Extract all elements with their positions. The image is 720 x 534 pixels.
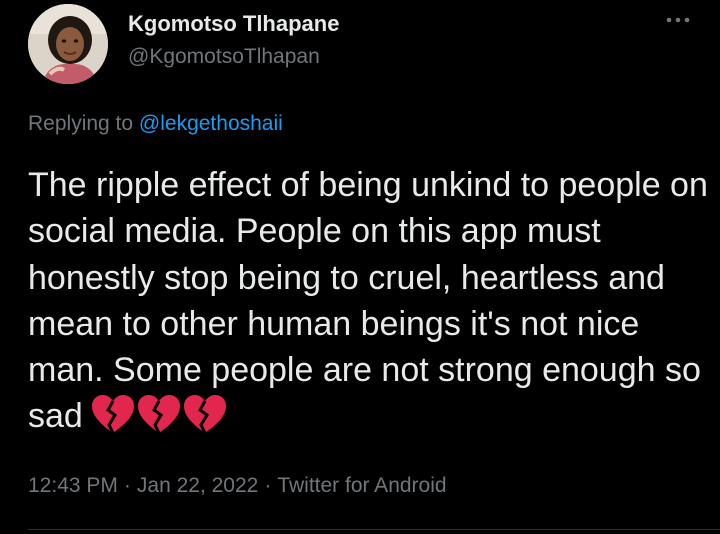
replying-to-mention-link[interactable]: @lekgethoshaii xyxy=(139,112,283,135)
tweet-metadata: 12:43 PM · Jan 22, 2022 · Twitter for Androi… xyxy=(28,474,447,498)
tweet-source-link[interactable]: Twitter for Android xyxy=(277,474,446,497)
replying-to-line: Replying to @lekgethoshaii xyxy=(28,112,283,136)
more-horizontal-icon[interactable] xyxy=(664,10,692,30)
broken-heart-icon xyxy=(183,395,226,435)
divider xyxy=(28,529,720,530)
author-handle[interactable]: @KgomotsoTlhapan xyxy=(128,45,320,69)
avatar[interactable] xyxy=(28,4,108,84)
replying-to-label: Replying to xyxy=(28,112,134,135)
tweet-date[interactable]: Jan 22, 2022 xyxy=(137,474,258,497)
broken-heart-icon xyxy=(137,395,180,435)
separator-dot: · xyxy=(264,474,272,497)
separator-dot: · xyxy=(123,474,131,497)
tweet-time[interactable]: 12:43 PM xyxy=(28,474,118,497)
emoji-group xyxy=(91,395,229,447)
author-name[interactable]: Kgomotso Tlhapane xyxy=(128,11,339,37)
broken-heart-icon xyxy=(91,395,134,435)
avatar-photo xyxy=(28,4,108,84)
tweet-text: The ripple effect of being unkind to peo… xyxy=(28,162,708,448)
